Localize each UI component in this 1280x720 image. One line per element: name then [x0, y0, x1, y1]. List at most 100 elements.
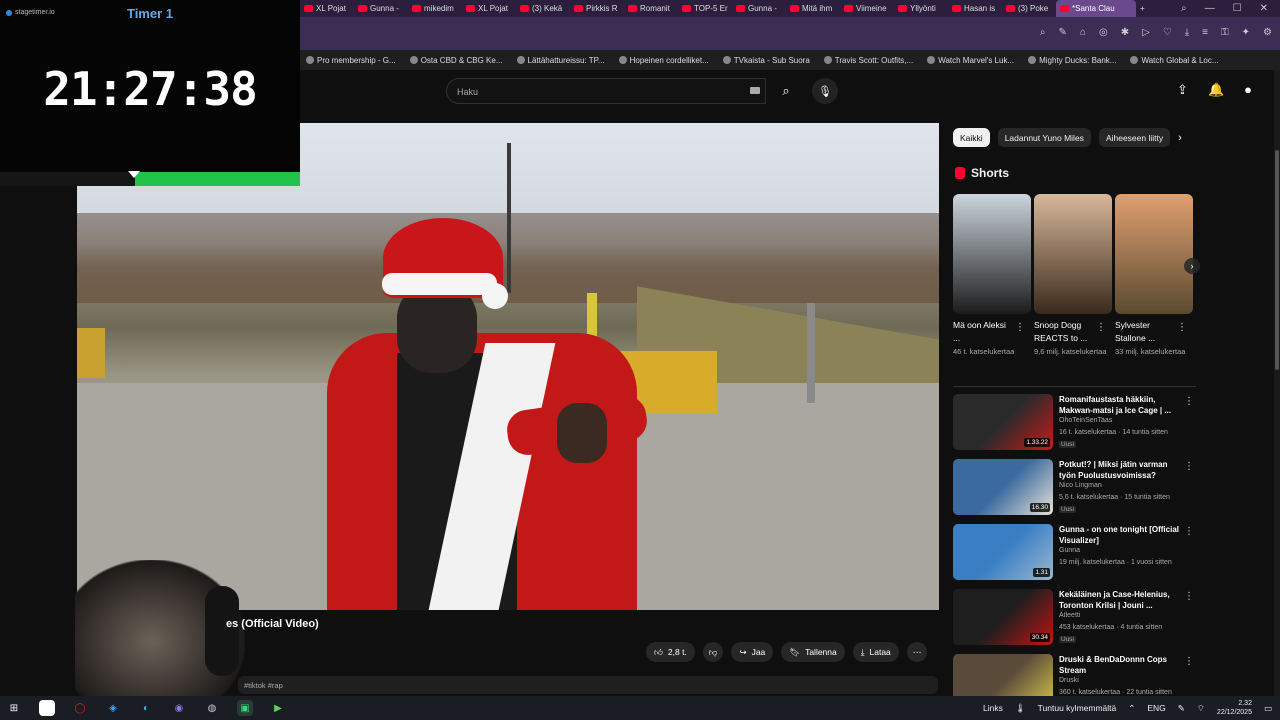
- bookmark-item[interactable]: Watch Global & Loc...: [1130, 56, 1219, 65]
- chevron-right-icon[interactable]: ›: [1184, 258, 1200, 274]
- short-thumbnail[interactable]: [953, 194, 1031, 314]
- edge-icon[interactable]: ◐: [138, 700, 154, 716]
- recommended-video[interactable]: 16.30 Potkut!? | Miksi jätin varman työn …: [953, 459, 1198, 517]
- short-thumbnail[interactable]: [1115, 194, 1193, 314]
- recommended-video[interactable]: 1.31 Gunna - on one tonight [Official Vis…: [953, 524, 1198, 582]
- filter-chip[interactable]: Kaikki: [953, 128, 990, 147]
- save-button[interactable]: 🔖︎ Tallenna: [781, 642, 845, 662]
- browser-tab[interactable]: Pirkkis R: [570, 0, 624, 17]
- home-icon[interactable]: ⌂: [1080, 27, 1086, 38]
- video-thumbnail[interactable]: 1.33.22: [953, 394, 1053, 450]
- browser-tab[interactable]: Gunna -: [732, 0, 786, 17]
- shield-icon[interactable]: ◎: [1099, 27, 1108, 38]
- filter-chip[interactable]: Aiheeseen liitty: [1098, 128, 1171, 147]
- windows-start-icon[interactable]: ⊞: [6, 700, 22, 716]
- search-icon[interactable]: ⌕: [772, 78, 800, 104]
- network-icon[interactable]: ⌔: [1197, 703, 1205, 714]
- tray-expand-icon[interactable]: ⌃: [1128, 703, 1135, 714]
- scrollbar-thumb[interactable]: [1275, 150, 1279, 370]
- microphone-icon[interactable]: 🎙: [812, 78, 838, 104]
- favorite-icon[interactable]: ♡: [1163, 27, 1172, 38]
- share-button[interactable]: ↪ Jaa: [731, 642, 774, 662]
- active-app-icon[interactable]: ▣: [237, 700, 253, 716]
- bookmark-item[interactable]: Hopeinen cordelliket...: [618, 56, 709, 65]
- browser-tab[interactable]: Yllyönti: [894, 0, 948, 17]
- video-description[interactable]: #tiktok #rap: [238, 676, 938, 694]
- find-icon[interactable]: ⌕: [1040, 27, 1046, 38]
- channel-name[interactable]: Nico Lingman: [1059, 482, 1102, 489]
- video-title[interactable]: Druski & BenDaDonnn Cops Stream: [1059, 654, 1183, 676]
- video-title[interactable]: Kekäläinen ja Case-Helenius, Toronton Kr…: [1059, 589, 1183, 611]
- more-vert-icon[interactable]: ⋮: [1184, 656, 1194, 667]
- weather-text[interactable]: Tuntuu kylmemmältä: [1038, 703, 1117, 713]
- bookmark-item[interactable]: Pro membership - G...: [306, 56, 396, 65]
- page-scrollbar[interactable]: [1274, 70, 1280, 696]
- browser-tab[interactable]: Gunna -: [354, 0, 408, 17]
- keyboard-icon[interactable]: [750, 87, 760, 94]
- channel-name[interactable]: Gunna: [1059, 547, 1080, 554]
- bookmark-item[interactable]: TVkaista - Sub Suora: [722, 56, 810, 65]
- browser-tab[interactable]: XL Pojat: [462, 0, 516, 17]
- more-actions-button[interactable]: ⋯: [906, 642, 928, 662]
- bookmark-item[interactable]: Mighty Ducks: Bank...: [1028, 56, 1116, 65]
- bell-icon[interactable]: 🔔: [1208, 82, 1224, 98]
- pen-icon[interactable]: ✎: [1178, 703, 1185, 714]
- browser-tab[interactable]: (3) Poke: [1002, 0, 1056, 17]
- video-title[interactable]: Romanifaustasta häkkiin, Makwan-matsi ja…: [1059, 394, 1183, 416]
- channel-name[interactable]: OhoTeinSenTaas: [1059, 417, 1112, 424]
- short-card[interactable]: Mä oon Aleksi ... 46 t. katselukertaa ⋮: [953, 194, 1031, 357]
- extensions-icon[interactable]: ✱: [1121, 27, 1129, 38]
- minimize-icon[interactable]: —: [1205, 3, 1215, 14]
- browser-tab[interactable]: *Santa Clau: [1056, 0, 1136, 17]
- browser-tab[interactable]: Romanit: [624, 0, 678, 17]
- video-thumbnail[interactable]: 1.31: [953, 524, 1053, 580]
- upload-icon[interactable]: ⇪: [1177, 82, 1188, 98]
- more-vert-icon[interactable]: ⋮: [1184, 461, 1194, 472]
- short-title[interactable]: Mä oon Aleksi ...: [953, 319, 1015, 345]
- menu-icon[interactable]: ≡: [1202, 27, 1208, 38]
- video-title[interactable]: Potkut!? | Miksi jätin varman työn Puolu…: [1059, 459, 1183, 481]
- download-button[interactable]: ⤓ Lataa: [852, 642, 899, 662]
- short-thumbnail[interactable]: [1034, 194, 1112, 314]
- links-toolbar[interactable]: Links: [983, 703, 1003, 713]
- store-icon[interactable]: ◈: [105, 700, 121, 716]
- video-thumbnail[interactable]: 16.30: [953, 459, 1053, 515]
- bookmark-item[interactable]: Watch Marvel's Luk...: [927, 56, 1014, 65]
- edit-icon[interactable]: ✎: [1059, 27, 1067, 38]
- browser-tab[interactable]: XL Pojat: [300, 0, 354, 17]
- dislike-button[interactable]: 👎︎: [702, 642, 724, 662]
- more-vert-icon[interactable]: ⋮: [1184, 526, 1194, 537]
- copilot-icon[interactable]: ✦: [1242, 27, 1250, 38]
- more-vert-icon[interactable]: ⋮: [1177, 322, 1187, 333]
- browser-tab[interactable]: (3) Kekä: [516, 0, 570, 17]
- bookmark-item[interactable]: Osta CBD & CBG Ke...: [409, 56, 503, 65]
- channel-name[interactable]: Druski: [1059, 677, 1079, 684]
- settings-icon[interactable]: ⚙: [1263, 27, 1272, 38]
- notifications-icon[interactable]: ▭: [1264, 703, 1272, 714]
- recommended-video[interactable]: 30.34 Kekäläinen ja Case-Helenius, Toront…: [953, 589, 1198, 647]
- maximize-icon[interactable]: ☐: [1233, 3, 1242, 14]
- browser-tab[interactable]: TOP-5 Er: [678, 0, 732, 17]
- bookmark-item[interactable]: Travis Scott: Outfits,...: [823, 56, 913, 65]
- search-input[interactable]: Haku: [446, 78, 766, 104]
- file-explorer-icon[interactable]: [39, 700, 55, 716]
- browser-tab[interactable]: Viimeine: [840, 0, 894, 17]
- video-player[interactable]: [77, 123, 939, 610]
- short-title[interactable]: Sylvester Stallone ...: [1115, 319, 1177, 345]
- channel-name[interactable]: Atleetti: [1059, 612, 1080, 619]
- browser-tab[interactable]: mikedim: [408, 0, 462, 17]
- opera-icon[interactable]: ◯: [72, 700, 88, 716]
- filter-chip[interactable]: Ladannut Yuno Miles: [997, 128, 1091, 147]
- close-window-icon[interactable]: ✕: [1260, 3, 1268, 14]
- short-title[interactable]: Snoop Dogg REACTS to ...: [1034, 319, 1096, 345]
- avatar[interactable]: ●: [1244, 82, 1252, 98]
- download-icon[interactable]: ⤓: [1185, 27, 1189, 38]
- search-tabs-icon[interactable]: ⌕: [1181, 3, 1187, 14]
- language-indicator[interactable]: ENG: [1147, 703, 1165, 713]
- browser-tab[interactable]: Hasan is: [948, 0, 1002, 17]
- discord-icon[interactable]: ◉: [171, 700, 187, 716]
- short-card[interactable]: Sylvester Stallone ... 33 milj. katseluke…: [1115, 194, 1193, 357]
- browser-tab[interactable]: Mitä ihm: [786, 0, 840, 17]
- app-icon[interactable]: ◍: [204, 700, 220, 716]
- clock[interactable]: 2.32 22/12/2025: [1217, 699, 1252, 717]
